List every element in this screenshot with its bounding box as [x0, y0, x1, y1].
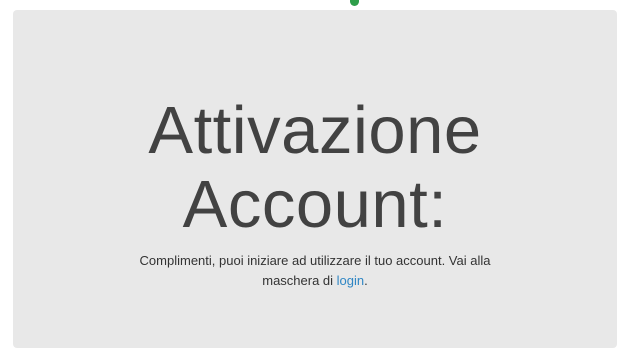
message-line-2-prefix: maschera di — [262, 273, 337, 288]
page-title: Attivazione Account: — [13, 94, 617, 242]
login-link[interactable]: login — [337, 273, 364, 288]
top-indicator — [350, 0, 359, 6]
title-line-2: Account: — [182, 167, 448, 242]
message-line-1: Complimenti, puoi iniziare ad utilizzare… — [139, 253, 491, 268]
page: Attivazione Account: Complimenti, puoi in… — [0, 0, 629, 354]
message-line-2-suffix: . — [364, 273, 368, 288]
activation-panel: Attivazione Account: Complimenti, puoi in… — [13, 10, 617, 348]
activation-message: Complimenti, puoi iniziare ad utilizzare… — [13, 251, 617, 291]
title-line-1: Attivazione — [148, 93, 482, 168]
